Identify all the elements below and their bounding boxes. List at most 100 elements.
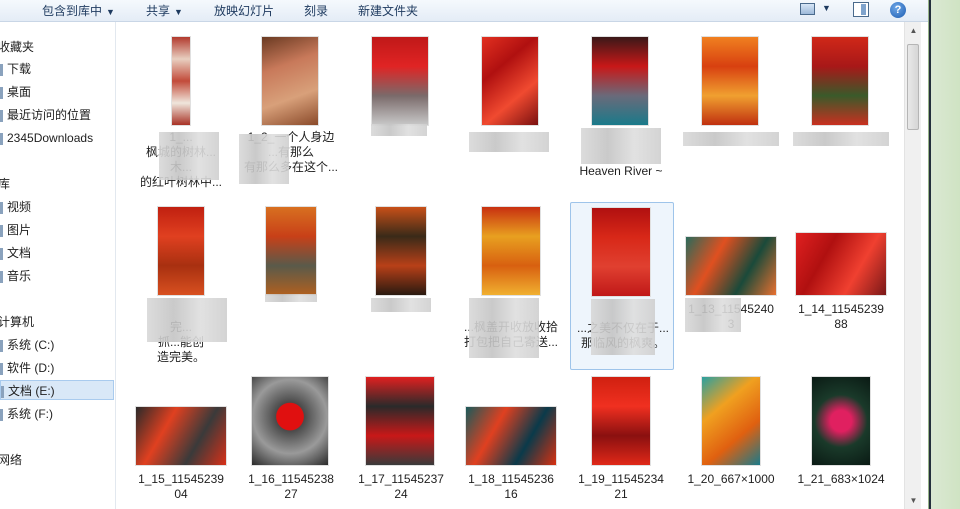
file-name: 1_19_11545234 21 [578, 472, 664, 501]
nav-favorites[interactable]: 收藏夹 [0, 37, 112, 57]
file-item[interactable] [349, 202, 453, 372]
command-bar: 包含到库中 ▼ 共享 ▼ 放映幻灯片 刻录 新建文件夹 ▼ ? [0, 0, 928, 22]
scroll-up-arrow-icon[interactable]: ▲ [905, 22, 922, 39]
redacted-text [793, 132, 889, 146]
redacted-text [265, 294, 317, 302]
thumbnail-image [701, 376, 761, 466]
file-item[interactable]: 1_13_11545240 3 [679, 202, 783, 372]
thumbnail-image [171, 36, 191, 126]
thumbnail-image [481, 206, 541, 296]
redacted-text [371, 298, 431, 312]
nav-drive-e-label: 文档 (E:) [8, 384, 55, 398]
thumbnail-image [371, 36, 429, 126]
drive-icon [1, 385, 4, 398]
nav-videos[interactable]: 视频 [0, 197, 114, 217]
file-item[interactable]: 1_14_11545239 88 [789, 202, 893, 372]
nav-documents-label: 文档 [7, 246, 32, 260]
nav-desktop[interactable]: 桌面 [0, 82, 114, 102]
file-item[interactable]: 完... 抓...能创 造完美。 [129, 202, 233, 372]
nav-drive-d[interactable]: 软件 (D:) [0, 358, 114, 378]
redacted-text [469, 132, 549, 152]
file-item[interactable] [239, 202, 343, 372]
file-item-selected[interactable]: ...之美不仅在于... 那临风的枫爽。 [570, 202, 674, 370]
file-item[interactable]: 1_21_683×1024 [789, 374, 893, 509]
file-item[interactable]: 1_16_11545238 27 [239, 374, 343, 509]
thumbnail-image [795, 232, 887, 296]
vertical-scrollbar[interactable]: ▲ ▼ [904, 22, 921, 509]
help-icon[interactable]: ? [890, 2, 906, 18]
thumbnail-image [591, 376, 651, 466]
file-name: Heaven River ~ [579, 164, 663, 178]
chevron-down-icon[interactable]: ▼ [822, 3, 831, 13]
file-name: 1_21_683×1024 [797, 472, 885, 486]
redacted-text [371, 124, 427, 136]
include-in-library-button[interactable]: 包含到库中 ▼ [42, 2, 115, 20]
burn-button[interactable]: 刻录 [304, 2, 328, 20]
nav-drive-f[interactable]: 系统 (F:) [0, 404, 114, 424]
file-item[interactable]: 1_18_11545236 16 [459, 374, 563, 509]
nav-documents[interactable]: 文档 [0, 243, 114, 263]
nav-recent-places[interactable]: 最近访问的位置 [0, 105, 114, 125]
thumbnail-image [365, 376, 435, 466]
nav-drive-f-label: 系统 (F:) [7, 407, 53, 421]
file-item[interactable]: Heaven River ~ [569, 32, 673, 192]
nav-recent-places-label: 最近访问的位置 [7, 108, 92, 122]
document-library-icon [0, 247, 3, 260]
file-item[interactable]: 1_2_一个人身边 ...有那么 有那么多在这个... [239, 32, 343, 192]
nav-libraries[interactable]: 库 [0, 174, 112, 194]
file-item[interactable] [679, 32, 783, 192]
nav-pictures[interactable]: 图片 [0, 220, 114, 240]
redacted-text [159, 132, 219, 180]
file-name: 1_16_11545238 27 [248, 472, 334, 501]
preview-pane-icon[interactable] [853, 2, 869, 17]
thumbnail-image [465, 406, 557, 466]
nav-downloads-label: 下载 [7, 62, 32, 76]
redacted-text [147, 298, 227, 342]
file-item[interactable]: 1_19_11545234 21 [569, 374, 673, 509]
file-item[interactable]: 1_15_11545239 04 [129, 374, 233, 509]
redacted-text [581, 128, 661, 164]
nav-drive-c-label: 系统 (C:) [7, 338, 55, 352]
file-name: 1_14_11545239 88 [798, 302, 884, 331]
share-label: 共享 [146, 4, 171, 18]
file-item[interactable]: 1_20_667×1000 [679, 374, 783, 509]
thumbnail-image [265, 206, 317, 296]
desktop-icon [0, 86, 3, 99]
nav-music[interactable]: 音乐 [0, 266, 114, 286]
scroll-down-arrow-icon[interactable]: ▼ [905, 492, 922, 509]
thumbnail-image [701, 36, 759, 126]
share-button[interactable]: 共享 ▼ [146, 2, 183, 20]
redacted-text [591, 299, 655, 355]
file-item[interactable] [349, 32, 453, 192]
nav-drive-c[interactable]: 系统 (C:) [0, 335, 114, 355]
nav-2345downloads-label: 2345Downloads [7, 131, 94, 145]
redacted-text [685, 298, 741, 332]
file-name: 1_17_11545237 24 [358, 472, 444, 501]
nav-computer[interactable]: 计算机 [0, 312, 112, 332]
nav-downloads[interactable]: 下载 [0, 59, 114, 79]
file-item[interactable] [789, 32, 893, 192]
file-list: 1_... 枫城的树林... 木... 的红叶树林中... 1_2_一个人身边 … [117, 22, 904, 509]
change-view-icon[interactable] [800, 3, 815, 15]
thumbnail-image [811, 376, 871, 466]
thumbnail-image [135, 406, 227, 466]
file-item[interactable]: 1_17_11545237 24 [349, 374, 453, 509]
nav-videos-label: 视频 [7, 200, 32, 214]
slideshow-button[interactable]: 放映幻灯片 [214, 2, 274, 20]
file-item[interactable]: 1_... 枫城的树林... 木... 的红叶树林中... [129, 32, 233, 192]
new-folder-button[interactable]: 新建文件夹 [358, 2, 418, 20]
nav-drive-e[interactable]: 文档 (E:) [0, 380, 114, 400]
folder-icon [0, 132, 3, 145]
thumbnail-image [157, 206, 205, 296]
file-item[interactable]: ...枫盖开收放收拾 打包把自己寄送... [459, 202, 563, 372]
desktop-background-strip [928, 0, 960, 509]
file-item[interactable] [459, 32, 563, 192]
nav-pictures-label: 图片 [7, 223, 32, 237]
scroll-thumb[interactable] [907, 44, 919, 130]
redacted-text [239, 134, 289, 184]
nav-desktop-label: 桌面 [7, 85, 32, 99]
nav-2345downloads[interactable]: 2345Downloads [0, 128, 114, 148]
nav-network[interactable]: 网络 [0, 450, 112, 470]
chevron-down-icon: ▼ [174, 7, 183, 17]
thumbnail-image [251, 376, 329, 466]
